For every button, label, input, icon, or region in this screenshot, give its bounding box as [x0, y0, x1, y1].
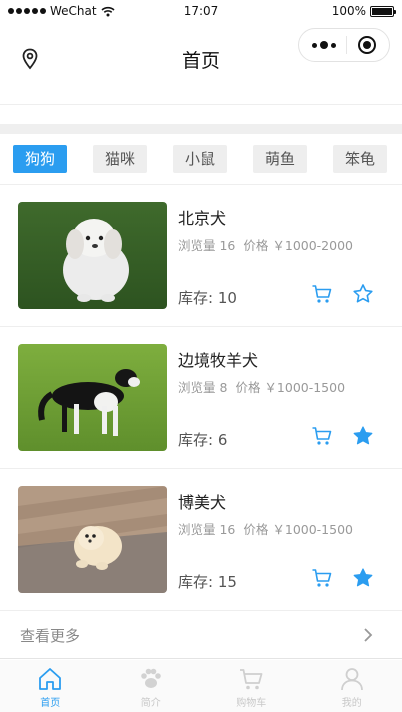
product-price: 价格 ￥1000-1500 [235, 380, 346, 395]
product-item[interactable]: 博美犬 浏览量 16 价格 ￥1000-1500 库存: 15 [0, 469, 402, 611]
product-image-pomeranian [18, 486, 167, 593]
mini-program-capsule [298, 28, 390, 62]
tabbar-item-mine[interactable]: 我的 [302, 660, 402, 712]
battery-icon [370, 5, 396, 17]
product-meta: 浏览量 16 价格 ￥1000-1500 [178, 519, 353, 538]
add-to-cart-icon[interactable] [311, 567, 333, 589]
cart-icon [240, 669, 263, 690]
status-left: WeChat [8, 4, 115, 18]
banner-divider [0, 104, 402, 105]
category-tabs: 狗狗 猫咪 小鼠 萌鱼 笨龟 [0, 145, 402, 175]
close-mini-program-icon[interactable] [357, 36, 376, 54]
product-name: 北京犬 [178, 209, 227, 228]
product-item[interactable]: 北京犬 浏览量 16 价格 ￥1000-2000 库存: 10 [0, 185, 402, 327]
tabbar-label: 简介 [140, 698, 161, 709]
tabbar-label: 购物车 [236, 698, 267, 709]
status-right: 100% [331, 4, 396, 18]
tabbar-item-home[interactable]: 首页 [0, 660, 101, 712]
view-count: 浏览量 16 [178, 522, 236, 537]
bottom-tab-bar: 首页 简介 购物车 我的 [0, 660, 402, 712]
paw-icon [140, 668, 161, 688]
user-icon [340, 668, 363, 691]
view-count: 浏览量 8 [178, 380, 228, 395]
view-count: 浏览量 16 [178, 238, 236, 253]
nav-bar: 首页 [0, 22, 402, 90]
more-menu-icon[interactable] [312, 41, 337, 49]
favorite-star-filled-icon[interactable] [352, 425, 374, 447]
home-icon [39, 668, 62, 690]
product-image-pekingese [18, 202, 167, 309]
see-more-label: 查看更多 [20, 627, 81, 645]
product-meta: 浏览量 8 价格 ￥1000-1500 [178, 377, 345, 396]
add-to-cart-icon[interactable] [311, 283, 333, 305]
product-name: 博美犬 [178, 493, 227, 512]
signal-icon [8, 8, 46, 14]
tab-dogs[interactable]: 狗狗 [13, 145, 68, 173]
tabbar-item-intro[interactable]: 简介 [101, 660, 202, 712]
product-price: 价格 ￥1000-2000 [243, 238, 353, 253]
tab-turtles[interactable]: 笨龟 [333, 145, 388, 173]
product-stock: 库存: 15 [178, 573, 237, 591]
tab-fish[interactable]: 萌鱼 [253, 145, 308, 173]
product-price: 价格 ￥1000-1500 [243, 522, 353, 537]
tabbar-label: 首页 [40, 698, 61, 709]
product-name: 边境牧羊犬 [178, 351, 259, 370]
section-separator [0, 124, 402, 134]
product-stock: 库存: 10 [178, 289, 237, 307]
product-image-border-collie [18, 344, 167, 451]
favorite-star-filled-icon[interactable] [352, 567, 374, 589]
carrier-label: WeChat [50, 4, 97, 18]
tab-cats[interactable]: 猫咪 [93, 145, 148, 173]
product-meta: 浏览量 16 价格 ￥1000-2000 [178, 235, 353, 254]
wifi-icon [101, 6, 115, 16]
battery-fill [372, 7, 392, 15]
tabbar-label: 我的 [341, 698, 362, 709]
favorite-star-outline-icon[interactable] [352, 283, 374, 305]
product-list: 北京犬 浏览量 16 价格 ￥1000-2000 库存: 10 边境牧羊犬 浏览量… [0, 185, 402, 611]
capsule-divider [346, 36, 348, 54]
product-item[interactable]: 边境牧羊犬 浏览量 8 价格 ￥1000-1500 库存: 6 [0, 327, 402, 469]
battery-percent: 100% [331, 4, 366, 18]
chevron-right-icon [364, 628, 373, 642]
tab-mice[interactable]: 小鼠 [173, 145, 228, 173]
product-stock: 库存: 6 [178, 431, 228, 449]
status-bar: WeChat 17:07 100% [0, 0, 402, 22]
add-to-cart-icon[interactable] [311, 425, 333, 447]
tabbar-item-cart[interactable]: 购物车 [201, 660, 302, 712]
see-more-row[interactable]: 查看更多 [0, 611, 402, 659]
